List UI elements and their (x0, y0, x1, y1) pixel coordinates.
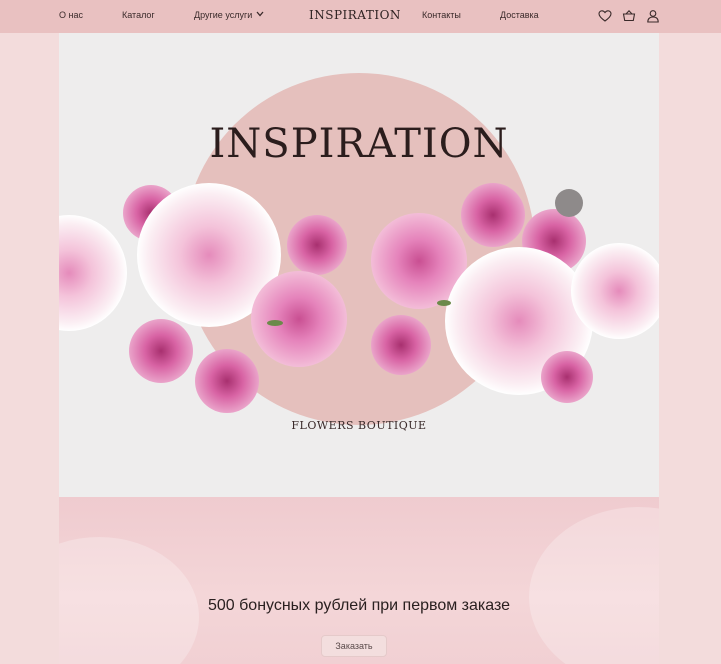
promo-banner: 500 бонусных рублей при первом заказе За… (59, 497, 659, 664)
order-button[interactable]: Заказать (321, 635, 387, 657)
peony-arrangement-image (59, 183, 659, 413)
user-icon[interactable] (646, 9, 660, 23)
nav-catalog-link[interactable]: Каталог (122, 10, 155, 20)
nav-delivery-link[interactable]: Доставка (500, 10, 539, 20)
promo-text: 500 бонусных рублей при первом заказе (207, 597, 511, 614)
nav-contacts-link[interactable]: Контакты (422, 10, 461, 20)
top-nav: О нас Каталог Другие услуги INSPIRATION … (0, 0, 721, 33)
hero-section: INSPIRATION FLOWERS BOUTIQUE (59, 33, 659, 497)
chevron-down-icon (256, 11, 264, 17)
banner-background-petal (529, 507, 659, 664)
hero-subtitle: FLOWERS BOUTIQUE (291, 419, 427, 432)
nav-about-link[interactable]: О нас (59, 10, 83, 20)
basket-icon[interactable] (622, 9, 636, 23)
nav-logo[interactable]: INSPIRATION (309, 8, 401, 22)
nav-services-dropdown[interactable]: Другие услуги (194, 10, 264, 20)
heart-icon[interactable] (598, 9, 612, 23)
nav-services-label: Другие услуги (194, 10, 253, 20)
hero-title: INSPIRATION (209, 121, 509, 167)
